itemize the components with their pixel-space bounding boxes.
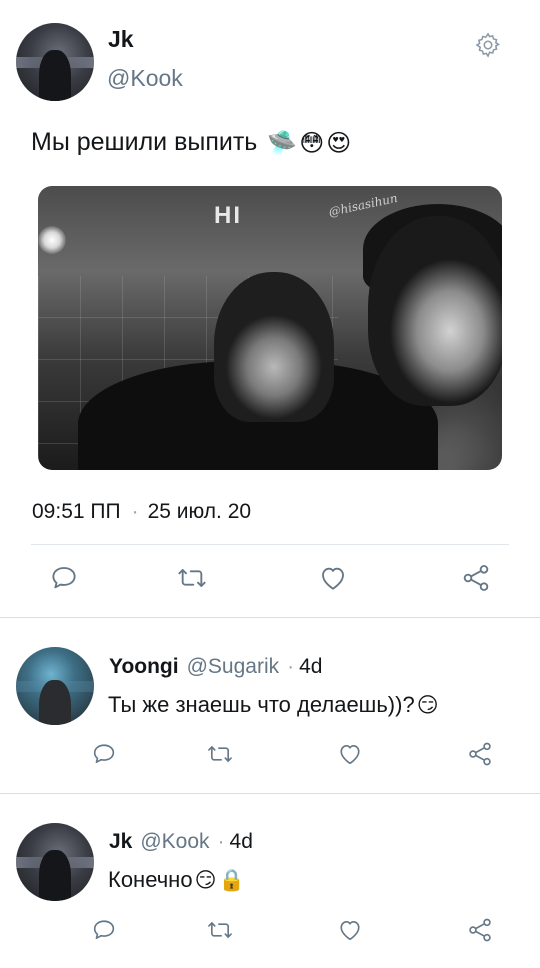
heart-icon[interactable] [332, 736, 368, 772]
photo-person-right [368, 216, 502, 406]
author-avatar[interactable] [16, 23, 94, 101]
reply-text-body: Конечно [108, 867, 193, 892]
retweet-icon[interactable] [202, 912, 238, 948]
gear-icon[interactable] [474, 31, 502, 59]
heart-icon[interactable] [332, 912, 368, 948]
reply-item[interactable]: Jk @Kook · 4d Конечно 😏 🔒 [0, 794, 540, 968]
reply-actions [0, 912, 540, 952]
reply-author-name[interactable]: Yoongi [109, 655, 179, 678]
share-icon[interactable] [458, 560, 494, 596]
tweet-actions [0, 560, 540, 600]
tweet-timestamp: 09:51 ПП · 25 июл. 20 [32, 500, 251, 524]
tweet-text: Мы решили выпить 🛸 😳 😍 [31, 128, 351, 157]
reply-author-name[interactable]: Jk [109, 830, 132, 853]
reply-header: Jk @Kook · 4d [109, 830, 253, 854]
author-handle[interactable]: @Kook [107, 65, 183, 92]
reply-text: Конечно 😏 🔒 [108, 867, 245, 893]
heart-icon[interactable] [315, 560, 351, 596]
lock-emoji: 🔒 [218, 867, 245, 892]
comment-icon[interactable] [86, 736, 122, 772]
smirk-emoji: 😏 [194, 868, 217, 892]
reply-avatar[interactable] [16, 823, 94, 901]
photo-person-left [214, 272, 334, 422]
tweet-text-body: Мы решили выпить [31, 128, 258, 156]
separator-dot: · [131, 500, 139, 523]
tweet-date: 25 июл. 20 [147, 500, 252, 523]
reply-header: Yoongi @Sugarik · 4d [109, 655, 322, 679]
divider [31, 544, 509, 545]
reply-text: Ты же знаешь что делаешь))? 😏 [108, 692, 439, 718]
tweet-photo[interactable]: HI @hisasihun [38, 186, 502, 470]
reply-item[interactable]: Yoongi @Sugarik · 4d Ты же знаешь что делае… [0, 618, 540, 793]
reply-actions [0, 736, 540, 776]
retweet-icon[interactable] [202, 736, 238, 772]
flushed-emoji: 😳 [299, 128, 325, 157]
tweet-time: 09:51 ПП [32, 500, 121, 523]
comment-icon[interactable] [46, 560, 82, 596]
heart-eyes-emoji: 😍 [326, 128, 352, 157]
separator-dot: · [287, 655, 295, 678]
reply-age: 4d [229, 830, 253, 853]
separator-dot: · [217, 830, 225, 853]
retweet-icon[interactable] [174, 560, 210, 596]
photo-light [38, 226, 66, 254]
reply-age: 4d [299, 655, 323, 678]
reply-author-handle[interactable]: @Kook [140, 830, 209, 853]
reply-text-body: Ты же знаешь что делаешь))? [108, 692, 415, 717]
share-icon[interactable] [462, 912, 498, 948]
smirk-emoji: 😏 [416, 693, 439, 717]
share-icon[interactable] [462, 736, 498, 772]
author-name[interactable]: Jk [108, 26, 134, 53]
photo-sign: HI [214, 202, 242, 229]
reply-avatar[interactable] [16, 647, 94, 725]
reply-author-handle[interactable]: @Sugarik [187, 655, 280, 678]
comment-icon[interactable] [86, 912, 122, 948]
main-tweet: Jk @Kook Мы решили выпить 🛸 😳 😍 HI @hisa… [0, 0, 540, 618]
ufo-emoji: 🛸 [267, 128, 298, 157]
